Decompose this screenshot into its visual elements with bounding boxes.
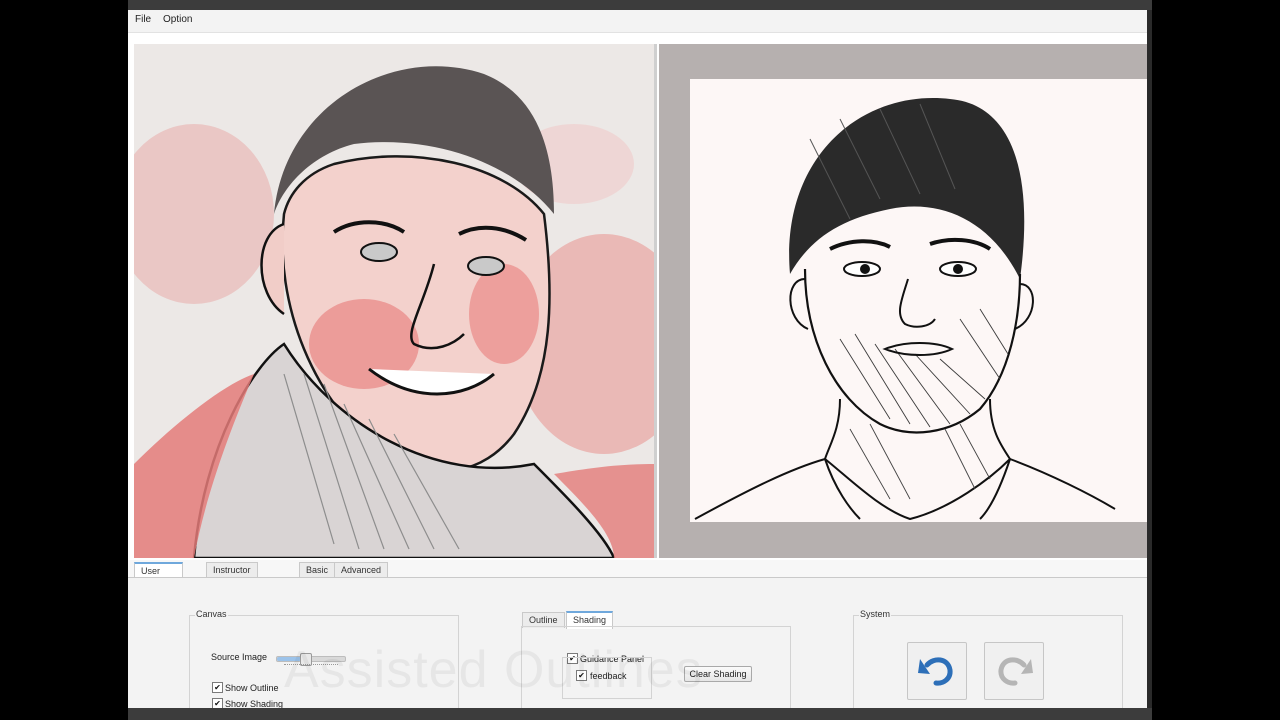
- menu-file[interactable]: File: [135, 14, 151, 25]
- tab-basic[interactable]: Basic: [299, 562, 336, 578]
- menu-bar: File Option: [128, 10, 1147, 33]
- menu-option[interactable]: Option: [163, 14, 192, 25]
- sketch-sheet[interactable]: [690, 79, 1147, 522]
- window-bottom-bar: [128, 708, 1152, 720]
- photo-overlay-drawing: [134, 44, 654, 558]
- show-outline-label: Show Outline: [225, 683, 279, 693]
- tab-advanced[interactable]: Advanced: [334, 562, 389, 578]
- undo-button[interactable]: [907, 642, 967, 700]
- canvas-group-title: Canvas: [195, 609, 228, 619]
- sketch-drawing: [694, 98, 1116, 521]
- window-title-bar: [128, 0, 1152, 10]
- redo-icon: [998, 657, 1033, 686]
- source-image-canvas[interactable]: [134, 44, 657, 558]
- system-group: System: [853, 609, 1123, 717]
- show-outline-checkbox[interactable]: ✔: [212, 682, 223, 693]
- drawing-canvas[interactable]: [659, 44, 1147, 558]
- watermark-text: Assisted Outlines: [284, 641, 703, 699]
- app-window: File Option User Instructor Basic Advanc…: [128, 10, 1152, 718]
- undo-icon: [918, 657, 953, 686]
- system-group-title: System: [859, 609, 892, 619]
- source-image-label: Source Image: [211, 652, 268, 662]
- redo-button[interactable]: [984, 642, 1044, 700]
- tab-instructor-interface[interactable]: Instructor Interface: [206, 562, 258, 588]
